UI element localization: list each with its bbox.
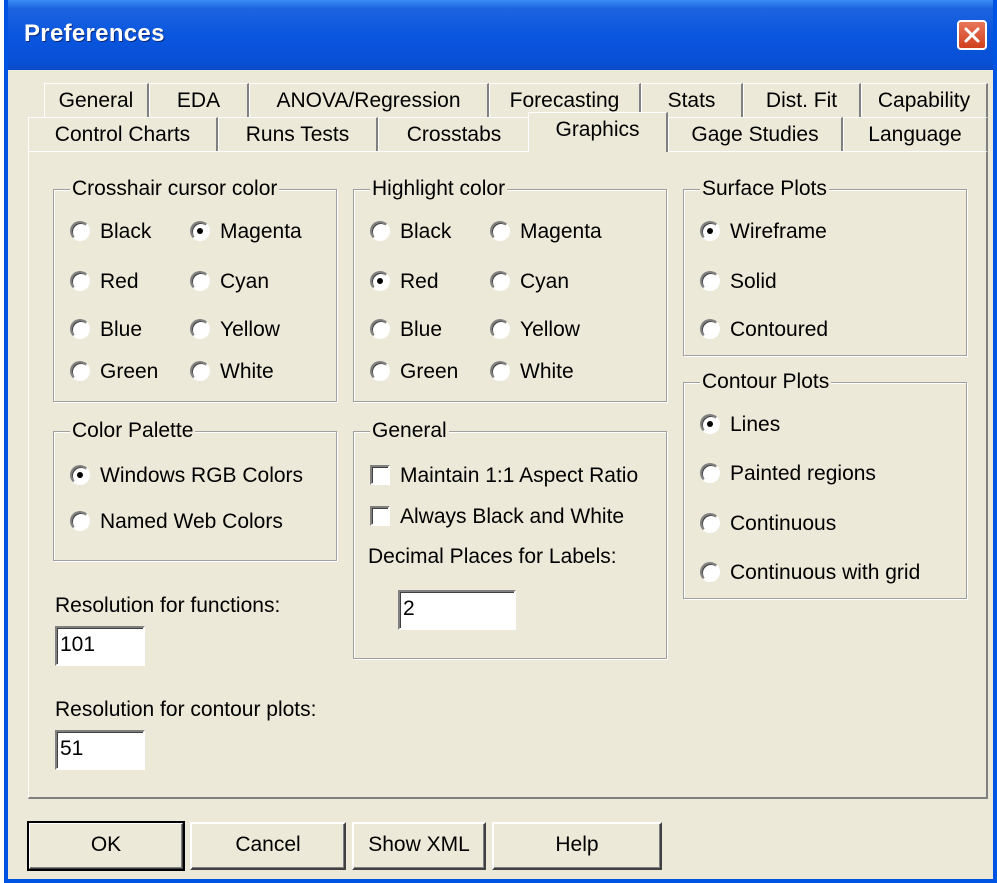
- radio-circle-selected: [190, 221, 210, 241]
- tab-crosstabs[interactable]: Crosstabs: [378, 117, 531, 153]
- radio-label: Green: [100, 360, 159, 383]
- radio-label: Blue: [100, 318, 143, 341]
- decimal-places-input[interactable]: 2: [398, 590, 516, 630]
- contour-plots-group: Contour Plots Lines Painted regions Cont…: [683, 369, 967, 599]
- tab-graphics[interactable]: Graphics: [528, 112, 668, 152]
- checkbox-label: Always Black and White: [400, 505, 625, 528]
- radio-circle: [700, 319, 720, 339]
- radio-label: Red: [400, 270, 439, 293]
- close-button[interactable]: [957, 20, 987, 50]
- graphics-tab-panel: Crosshair cursor color Black Magenta Red…: [28, 151, 988, 799]
- radio-label: Red: [100, 270, 139, 293]
- title-bar[interactable]: Preferences: [8, 0, 993, 70]
- radio-circle: [490, 361, 510, 381]
- radio-label: Cyan: [520, 270, 570, 293]
- surface-plots-group: Surface Plots Wireframe Solid Contoured: [683, 176, 967, 356]
- surface-plots-title: Surface Plots: [700, 176, 829, 202]
- show-xml-button[interactable]: Show XML: [352, 822, 486, 870]
- radio-circle: [190, 361, 210, 381]
- highlight-color-title: Highlight color: [370, 176, 508, 202]
- radio-label: Yellow: [220, 318, 280, 341]
- radio-circle: [700, 513, 720, 533]
- crosshair-color-group: Crosshair cursor color Black Magenta Red…: [53, 176, 337, 402]
- tab-eda[interactable]: EDA: [149, 83, 249, 119]
- radio-label: Wireframe: [730, 220, 827, 243]
- radio-circle: [490, 319, 510, 339]
- radio-circle: [190, 271, 210, 291]
- radio-circle: [70, 319, 90, 339]
- radio-label: Magenta: [520, 220, 602, 243]
- contour-plots-title: Contour Plots: [700, 369, 832, 395]
- window-title: Preferences: [24, 20, 165, 47]
- radio-circle: [70, 271, 90, 291]
- general-group: General Maintain 1:1 Aspect Ratio Always…: [353, 418, 667, 659]
- radio-label: Painted regions: [730, 462, 876, 485]
- radio-circle-selected: [700, 221, 720, 241]
- radio-label: Green: [400, 360, 459, 383]
- cancel-button[interactable]: Cancel: [190, 822, 346, 870]
- help-button[interactable]: Help: [492, 822, 662, 870]
- tab-anova-regression[interactable]: ANOVA/Regression: [249, 83, 489, 119]
- radio-label: Black: [400, 220, 452, 243]
- tab-control-charts[interactable]: Control Charts: [28, 117, 218, 153]
- tab-dist-fit[interactable]: Dist. Fit: [743, 83, 861, 119]
- radio-circle: [70, 361, 90, 381]
- tab-runs-tests[interactable]: Runs Tests: [218, 117, 378, 153]
- radio-label: Windows RGB Colors: [100, 464, 304, 487]
- general-title: General: [370, 418, 449, 444]
- radio-label: Magenta: [220, 220, 302, 243]
- radio-label: Solid: [730, 270, 777, 293]
- radio-circle: [700, 271, 720, 291]
- radio-label: Yellow: [520, 318, 580, 341]
- tab-gage-studies[interactable]: Gage Studies: [668, 117, 843, 153]
- radio-label: Continuous with grid: [730, 561, 921, 584]
- radio-circle: [700, 562, 720, 582]
- radio-label: White: [220, 360, 274, 383]
- radio-circle: [700, 463, 720, 483]
- radio-circle-selected: [70, 465, 90, 485]
- crosshair-color-title: Crosshair cursor color: [70, 176, 280, 202]
- radio-circle: [70, 221, 90, 241]
- tab-general[interactable]: General: [44, 83, 149, 119]
- radio-circle: [370, 221, 390, 241]
- resolution-contour-input[interactable]: 51: [55, 730, 145, 770]
- radio-circle: [370, 319, 390, 339]
- radio-label: Cyan: [220, 270, 270, 293]
- radio-circle: [490, 221, 510, 241]
- radio-circle: [490, 271, 510, 291]
- tab-language[interactable]: Language: [843, 117, 988, 153]
- radio-label: White: [520, 360, 574, 383]
- resolution-functions-input[interactable]: 101: [55, 626, 145, 666]
- resolution-contour-label: Resolution for contour plots:: [55, 698, 317, 721]
- resolution-functions-label: Resolution for functions:: [55, 594, 281, 617]
- radio-label: Blue: [400, 318, 443, 341]
- tab-capability[interactable]: Capability: [861, 83, 988, 119]
- checkbox-box: [370, 465, 390, 485]
- radio-label: Lines: [730, 413, 781, 436]
- color-palette-title: Color Palette: [70, 418, 196, 444]
- radio-label: Named Web Colors: [100, 510, 283, 533]
- radio-label: Black: [100, 220, 152, 243]
- radio-label: Contoured: [730, 318, 829, 341]
- preferences-dialog: Preferences General EDA ANOVA/Regression…: [4, 0, 997, 883]
- checkbox-box: [370, 506, 390, 526]
- highlight-color-group: Highlight color Black Magenta Red Cyan B…: [353, 176, 667, 402]
- close-icon: [964, 27, 980, 43]
- checkbox-label: Maintain 1:1 Aspect Ratio: [400, 464, 639, 487]
- radio-circle-selected: [700, 414, 720, 434]
- decimal-places-label: Decimal Places for Labels:: [368, 545, 617, 568]
- radio-circle-selected: [370, 271, 390, 291]
- radio-circle: [70, 511, 90, 531]
- ok-button[interactable]: OK: [27, 821, 185, 871]
- color-palette-group: Color Palette Windows RGB Colors Named W…: [53, 418, 337, 561]
- radio-circle: [370, 361, 390, 381]
- radio-circle: [190, 319, 210, 339]
- radio-label: Continuous: [730, 512, 837, 535]
